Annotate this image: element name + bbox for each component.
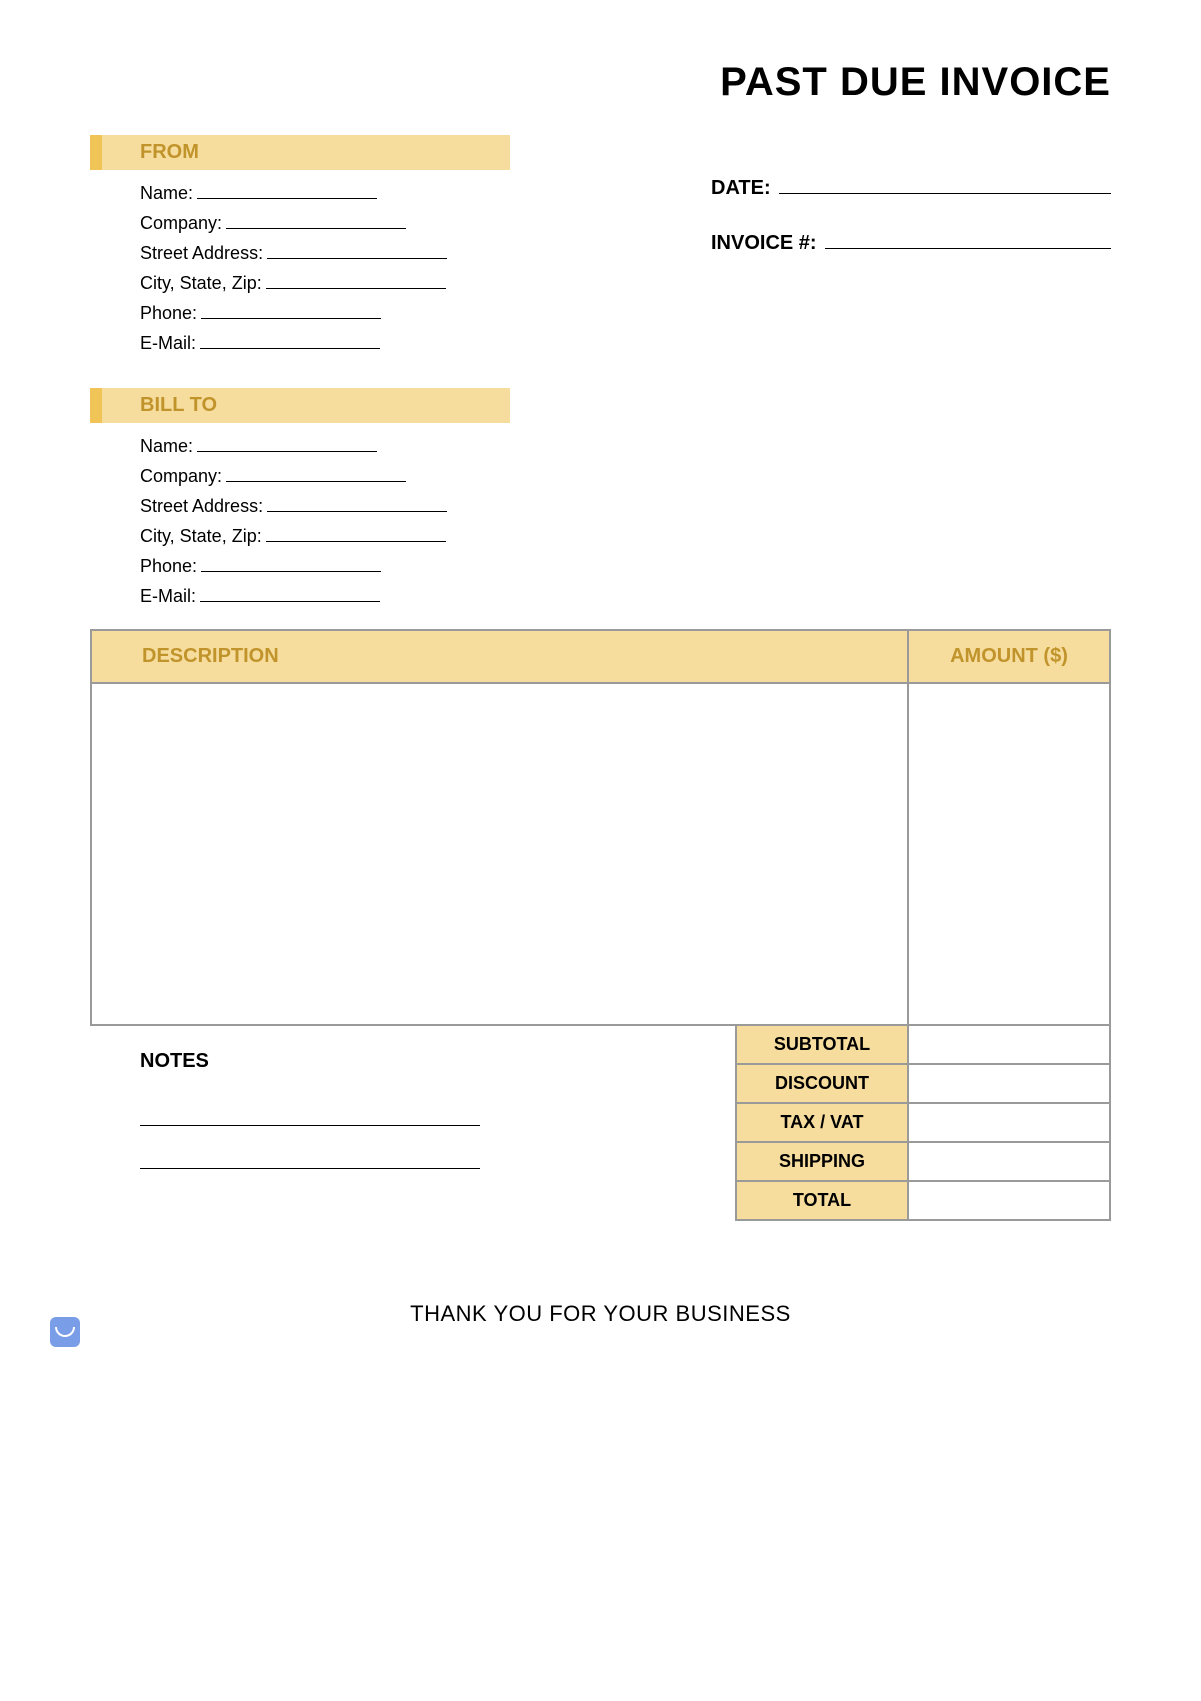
app-badge-icon [50,1317,80,1347]
page-title: PAST DUE INVOICE [90,60,1111,105]
from-city-input[interactable] [266,270,446,289]
from-email-input[interactable] [200,330,380,349]
footer-message: THANK YOU FOR YOUR BUSINESS [90,1301,1111,1327]
table-body [92,684,1109,1024]
from-phone: Phone: [140,300,510,324]
from-email: E-Mail: [140,330,510,354]
invoice-page: PAST DUE INVOICE FROM Name: Company: Str… [0,0,1201,1387]
bottom-row: NOTES SUBTOTAL DISCOUNT TAX / VAT SHIPPI… [90,1026,1111,1221]
billto-city: City, State, Zip: [140,523,510,547]
billto-name-input[interactable] [197,433,377,452]
date-input[interactable] [779,173,1111,194]
from-fields: Name: Company: Street Address: City, Sta… [90,180,510,354]
total-label: TOTAL [737,1182,909,1219]
invoice-num-input[interactable] [825,228,1111,249]
from-street-input[interactable] [267,240,447,259]
from-city: City, State, Zip: [140,270,510,294]
tax-label: TAX / VAT [737,1104,909,1141]
subtotal-label: SUBTOTAL [737,1026,909,1063]
bill-to-fields: Name: Company: Street Address: City, Sta… [90,433,510,607]
discount-value[interactable] [909,1065,1109,1102]
summary-table: SUBTOTAL DISCOUNT TAX / VAT SHIPPING TOT… [735,1026,1111,1221]
from-block: FROM Name: Company: Street Address: City… [90,135,510,360]
subtotal-value[interactable] [909,1026,1109,1063]
billto-company: Company: [140,463,510,487]
billto-name: Name: [140,433,510,457]
date-row: DATE: [711,173,1111,200]
from-company-input[interactable] [226,210,406,229]
total-value[interactable] [909,1182,1109,1219]
notes-heading: NOTES [140,1050,695,1073]
from-company: Company: [140,210,510,234]
line-items-table: DESCRIPTION AMOUNT ($) [90,629,1111,1026]
shipping-value[interactable] [909,1143,1109,1180]
from-heading: FROM [90,135,510,170]
billto-email: E-Mail: [140,583,510,607]
description-cell[interactable] [92,684,909,1024]
shipping-label: SHIPPING [737,1143,909,1180]
note-line-2[interactable] [140,1144,480,1169]
notes-block: NOTES [90,1026,735,1187]
discount-label: DISCOUNT [737,1065,909,1102]
invoice-num-label: INVOICE # [711,232,810,254]
note-line-1[interactable] [140,1101,480,1126]
total-row: TOTAL [737,1182,1109,1219]
from-name: Name: [140,180,510,204]
tax-row: TAX / VAT [737,1104,1109,1143]
bill-to-block: BILL TO Name: Company: Street Address: C… [90,388,510,607]
invoice-row: INVOICE #: [711,228,1111,255]
date-label: DATE [711,177,764,199]
shipping-row: SHIPPING [737,1143,1109,1182]
billto-email-input[interactable] [200,583,380,602]
billto-street: Street Address: [140,493,510,517]
discount-row: DISCOUNT [737,1065,1109,1104]
header-row: FROM Name: Company: Street Address: City… [90,135,1111,360]
subtotal-row: SUBTOTAL [737,1026,1109,1065]
amount-cell[interactable] [909,684,1109,1024]
tax-value[interactable] [909,1104,1109,1141]
billto-street-input[interactable] [267,493,447,512]
col-amount: AMOUNT ($) [909,631,1109,682]
from-street: Street Address: [140,240,510,264]
bill-to-heading: BILL TO [90,388,510,423]
from-phone-input[interactable] [201,300,381,319]
from-name-input[interactable] [197,180,377,199]
table-header: DESCRIPTION AMOUNT ($) [92,631,1109,684]
meta-block: DATE: INVOICE #: [711,135,1111,283]
billto-phone-input[interactable] [201,553,381,572]
billto-phone: Phone: [140,553,510,577]
billto-city-input[interactable] [266,523,446,542]
col-description: DESCRIPTION [92,631,909,682]
billto-company-input[interactable] [226,463,406,482]
